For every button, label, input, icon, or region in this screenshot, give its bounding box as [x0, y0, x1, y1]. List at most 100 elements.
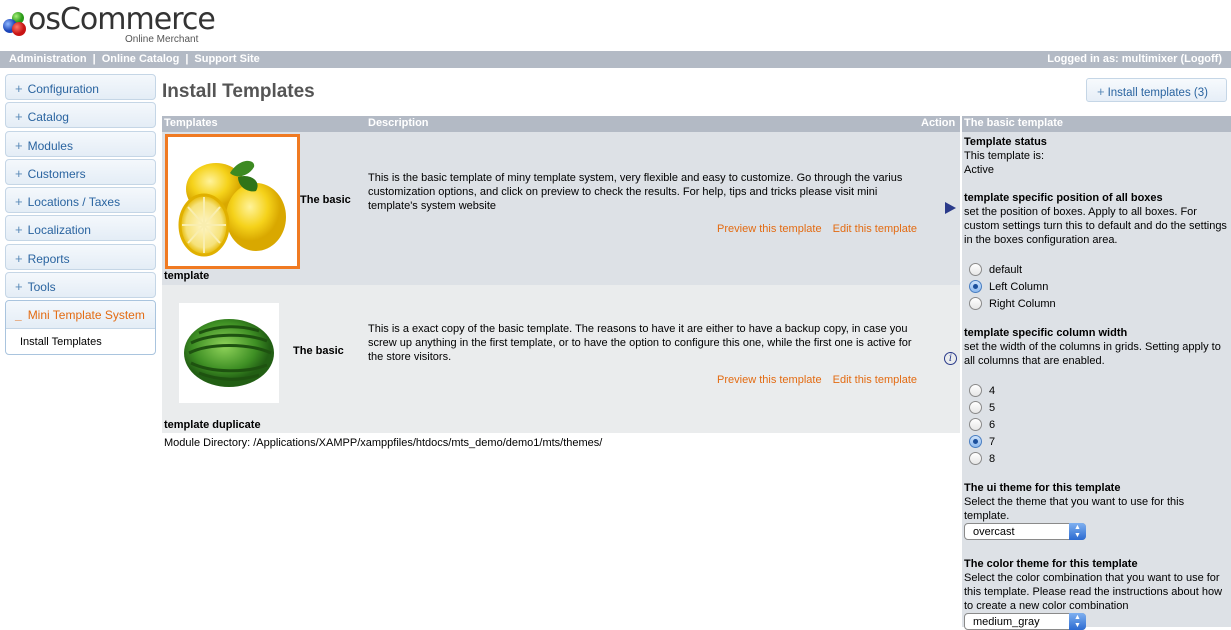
color-theme-title: The color theme for this template — [964, 558, 1138, 570]
radio-label: default — [989, 263, 1023, 276]
sidebar-item-label: Locations / Taxes — [27, 195, 121, 210]
sidebar-item-label: Tools — [27, 280, 56, 295]
template-thumbnail[interactable] — [165, 134, 300, 269]
sidebar-item-label: Catalog — [27, 110, 69, 125]
menu-separator: | — [92, 53, 96, 65]
panel-header: The basic template — [962, 116, 1231, 132]
template-description: This is a exact copy of the basic templa… — [368, 323, 912, 363]
sidebar-item-locations-taxes[interactable]: + Locations / Taxes — [5, 187, 156, 214]
sidebar-subitem-install-templates[interactable]: Install Templates — [6, 329, 155, 354]
sidebar-item-tools[interactable]: + Tools — [5, 272, 156, 299]
template-thumbnail[interactable] — [179, 303, 279, 403]
sidebar-item-reports[interactable]: + Reports — [5, 243, 156, 270]
template-name: The basic — [293, 345, 344, 357]
plus-icon: + — [15, 137, 23, 153]
online-catalog-link[interactable]: Online Catalog — [102, 53, 180, 65]
support-site-link[interactable]: Support Site — [194, 53, 259, 65]
radio-button[interactable] — [969, 263, 982, 276]
radio-button[interactable] — [969, 418, 982, 431]
radio-label: Left Column — [989, 280, 1049, 293]
plus-icon: + — [15, 165, 23, 181]
logo-spheres-icon — [3, 12, 26, 36]
sidebar-item-label: Mini Template System — [27, 308, 145, 323]
preview-template-link[interactable]: Preview this template — [717, 223, 822, 235]
edit-template-link[interactable]: Edit this template — [833, 374, 917, 386]
oscommerce-logo[interactable]: osCommerce Online Merchant — [2, 2, 216, 48]
sidebar-item-modules[interactable]: + Modules — [5, 130, 156, 157]
templates-table-header: Templates Description Action — [162, 116, 960, 132]
position-radio-left-column[interactable]: Left Column — [969, 280, 1048, 293]
width-description: set the width of the columns in grids. S… — [964, 341, 1221, 367]
position-radio-default[interactable]: default — [969, 263, 1022, 276]
width-radio-7[interactable]: 7 — [969, 435, 995, 448]
sidebar-section-mini-template-system: _ Mini Template System Install Templates — [5, 300, 156, 356]
sidebar-item-label: Reports — [27, 251, 70, 266]
page-title: Install Templates — [162, 81, 315, 102]
logo-tagline: Online Merchant — [125, 34, 199, 45]
administration-link[interactable]: Administration — [9, 53, 87, 65]
selected-arrow-icon — [945, 202, 956, 214]
radio-label: 7 — [989, 435, 996, 448]
sidebar-item-configuration[interactable]: + Configuration — [5, 74, 156, 100]
lemon-image — [168, 137, 297, 266]
ui-theme-select[interactable]: overcast ▲ ▼ — [964, 523, 1086, 540]
sidebar-item-catalog[interactable]: + Catalog — [5, 102, 156, 129]
top-menu-bar: Administration | Online Catalog | Support Si… — [0, 51, 1231, 68]
status-value: Active — [964, 164, 994, 176]
install-templates-button[interactable]: + Install templates (3) — [1086, 78, 1227, 102]
logo-wordmark: osCommerce — [28, 2, 216, 37]
sidebar-item-label: Localization — [27, 223, 91, 238]
width-radio-4[interactable]: 4 — [969, 384, 995, 397]
select-arrows-icon: ▲ ▼ — [1069, 523, 1086, 540]
radio-button[interactable] — [969, 297, 982, 310]
width-title: template specific column width — [964, 327, 1128, 339]
width-radio-6[interactable]: 6 — [969, 418, 995, 431]
template-settings-panel: The basic template Template status This … — [962, 116, 1231, 630]
minus-icon: _ — [15, 308, 22, 323]
radio-label: 5 — [989, 401, 996, 414]
sidebar-item-label: Configuration — [27, 82, 99, 96]
radio-button[interactable] — [969, 280, 982, 293]
sidebar-item-customers[interactable]: + Customers — [5, 158, 156, 185]
radio-button[interactable] — [969, 452, 982, 465]
sidebar-menu: + Configuration + Catalog + Modules + Custom… — [5, 74, 156, 356]
position-radio-right-column[interactable]: Right Column — [969, 297, 1056, 310]
preview-template-link[interactable]: Preview this template — [717, 374, 822, 386]
position-description: set the position of boxes. Apply to all … — [964, 206, 1227, 246]
status-text: This template is: — [964, 150, 1045, 162]
plus-icon: + — [1097, 84, 1105, 99]
template-name-wrap: template — [164, 270, 210, 282]
status-title: Template status — [964, 136, 1047, 148]
table-row[interactable]: The basic template duplicate This is a e… — [162, 285, 960, 433]
width-radio-5[interactable]: 5 — [969, 401, 995, 414]
plus-icon: + — [15, 279, 23, 295]
position-title: template specific position of all boxes — [964, 192, 1163, 204]
radio-label: 4 — [989, 384, 996, 397]
radio-button[interactable] — [969, 435, 982, 448]
sidebar-item-mini-template-system[interactable]: _ Mini Template System — [6, 301, 155, 330]
sidebar-item-localization[interactable]: + Localization — [5, 215, 156, 242]
color-theme-select[interactable]: medium_gray ▲ ▼ — [964, 613, 1086, 630]
logoff-link[interactable]: (Logoff) — [1180, 53, 1222, 65]
plus-icon: + — [15, 109, 23, 125]
logged-in-label: Logged in as: multimixer — [1047, 53, 1178, 65]
radio-label: 6 — [989, 418, 996, 431]
radio-label: Right Column — [989, 297, 1056, 310]
template-description: This is the basic template of miny templ… — [368, 172, 903, 212]
template-name-wrap: template duplicate — [164, 419, 261, 431]
radio-button[interactable] — [969, 401, 982, 414]
sidebar-item-label: Modules — [27, 138, 73, 153]
edit-template-link[interactable]: Edit this template — [833, 223, 917, 235]
plus-icon: + — [15, 222, 23, 238]
color-theme-description: Select the color combination that you wa… — [964, 572, 1223, 612]
column-header-templates: Templates — [164, 117, 218, 129]
column-header-description: Description — [368, 117, 429, 129]
sidebar-item-label: Customers — [27, 166, 86, 181]
width-radio-8[interactable]: 8 — [969, 452, 995, 465]
plus-icon: + — [15, 250, 23, 266]
info-icon[interactable]: i — [944, 352, 957, 365]
table-row[interactable]: The basic template This is the basic tem… — [162, 132, 960, 285]
ui-theme-description: Select the theme that you want to use fo… — [964, 496, 1185, 522]
radio-button[interactable] — [969, 384, 982, 397]
install-templates-label: Install templates (3) — [1107, 87, 1208, 99]
